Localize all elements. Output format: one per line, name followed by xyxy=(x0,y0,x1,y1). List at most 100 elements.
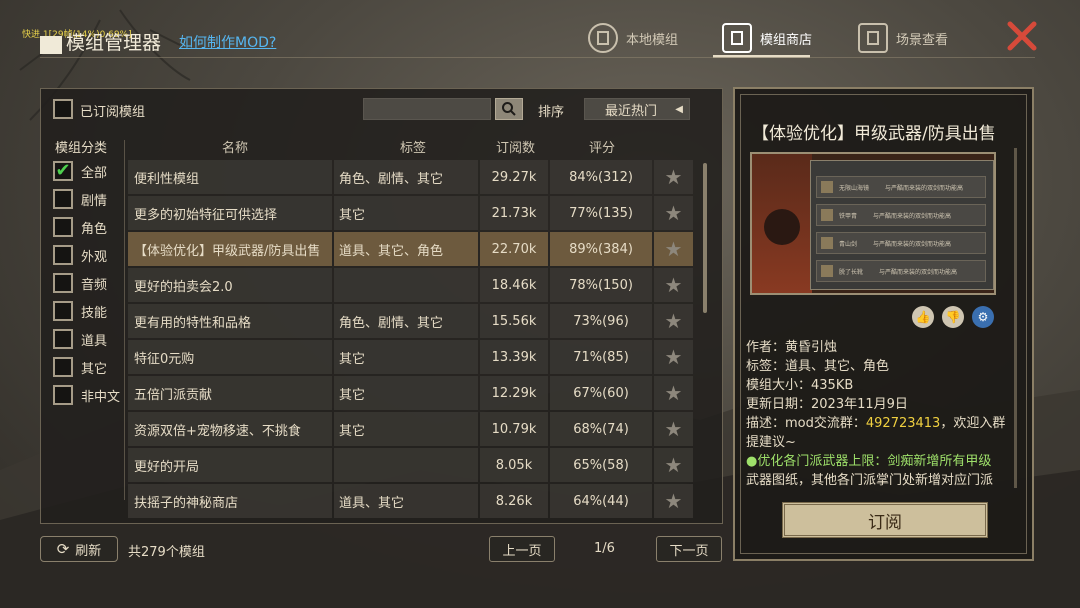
col-header-subscriptions[interactable]: 订阅数 xyxy=(496,137,535,156)
subscribed-filter-checkbox[interactable] xyxy=(53,99,73,119)
tab-label: 模组商店 xyxy=(760,32,813,48)
category-1[interactable]: 剧情 xyxy=(53,188,107,210)
favorite-star-icon[interactable]: ★ xyxy=(654,340,693,374)
page-indicator: 1/6 xyxy=(594,541,615,556)
favorite-star-icon[interactable]: ★ xyxy=(654,412,693,446)
tab-mod-store[interactable]: 模组商店 xyxy=(722,18,812,58)
category-0[interactable]: ✔ 全部 xyxy=(53,160,107,182)
mod-tags: 其它 xyxy=(334,376,478,410)
check-icon: ✔ xyxy=(55,160,71,181)
preview-item-desc: 与严酷而来装的双剑而功能高 xyxy=(879,268,958,276)
mod-tags: 角色、剧情、其它 xyxy=(334,304,478,338)
prev-page-button[interactable]: 上一页 xyxy=(489,536,555,562)
mod-tags: 其它 xyxy=(334,340,478,374)
preview-item-desc: 与严酷而来装的双剑而功能高 xyxy=(885,184,964,192)
refresh-label: 刷新 xyxy=(75,543,102,559)
favorite-star-icon[interactable]: ★ xyxy=(654,448,693,482)
category-checkbox[interactable]: ✔ xyxy=(53,161,73,181)
detail-date: 更新日期：2023年11月9日 xyxy=(746,397,908,412)
mod-subscriptions: 12.29k xyxy=(480,376,548,410)
col-header-tags[interactable]: 标签 xyxy=(400,137,426,156)
table-row[interactable]: 特征0元购 其它 13.39k 71%(85) ★ xyxy=(128,340,693,374)
preview-list-item: 脱了长靴 与严酷而来装的双剑而功能高 xyxy=(816,260,986,282)
item-icon xyxy=(821,265,833,277)
col-header-rating[interactable]: 评分 xyxy=(589,137,615,156)
tab-label: 场景查看 xyxy=(896,32,949,48)
favorite-star-icon[interactable]: ★ xyxy=(654,196,693,230)
search-input[interactable] xyxy=(363,98,491,120)
favorite-star-icon[interactable]: ★ xyxy=(654,160,693,194)
steam-icon[interactable]: ⚙ xyxy=(972,306,994,328)
total-count: 共279个模组 xyxy=(128,545,205,560)
category-checkbox[interactable] xyxy=(53,301,73,321)
preview-item-desc: 与严酷而来装的双剑而功能高 xyxy=(873,212,952,220)
preview-item-name: 铁甲胄 xyxy=(839,212,858,220)
refresh-button[interactable]: ⟳ 刷新 xyxy=(40,536,118,562)
table-row[interactable]: 资源双倍+宠物移速、不挑食 其它 10.79k 68%(74) ★ xyxy=(128,412,693,446)
category-8[interactable]: 非中文 xyxy=(53,384,120,406)
category-2[interactable]: 角色 xyxy=(53,216,107,238)
caret-left-icon: ◀ xyxy=(675,103,683,115)
category-6[interactable]: 道具 xyxy=(53,328,107,350)
category-4[interactable]: 音频 xyxy=(53,272,107,294)
category-label: 道具 xyxy=(81,333,108,349)
list-scrollbar[interactable] xyxy=(703,163,707,313)
desc-prefix: 描述：mod交流群： xyxy=(746,416,866,431)
mod-name: 扶摇子的神秘商店 xyxy=(128,484,332,518)
category-checkbox[interactable] xyxy=(53,245,73,265)
mod-rating: 73%(96) xyxy=(550,304,652,338)
subscribe-button[interactable]: 订阅 xyxy=(782,502,988,538)
mod-tags xyxy=(334,268,478,302)
mod-subscriptions: 21.73k xyxy=(480,196,548,230)
col-header-name[interactable]: 名称 xyxy=(222,137,248,156)
table-row[interactable]: 便利性模组 角色、剧情、其它 29.27k 84%(312) ★ xyxy=(128,160,693,194)
category-checkbox[interactable] xyxy=(53,329,73,349)
tab-local-mods[interactable]: 本地模组 xyxy=(588,18,678,58)
category-checkbox[interactable] xyxy=(53,273,73,293)
mod-subscriptions: 10.79k xyxy=(480,412,548,446)
mod-rating: 67%(60) xyxy=(550,376,652,410)
next-page-button[interactable]: 下一页 xyxy=(656,536,722,562)
close-x-icon[interactable] xyxy=(1004,18,1040,54)
table-row[interactable]: 扶摇子的神秘商店 道具、其它 8.26k 64%(44) ★ xyxy=(128,484,693,518)
category-checkbox[interactable] xyxy=(53,385,73,405)
search-button[interactable] xyxy=(495,98,523,120)
category-label: 音频 xyxy=(81,277,108,293)
mod-name: 便利性模组 xyxy=(128,160,332,194)
mod-name: 更多的初始特征可供选择 xyxy=(128,196,332,230)
category-checkbox[interactable] xyxy=(53,357,73,377)
category-7[interactable]: 其它 xyxy=(53,356,107,378)
category-5[interactable]: 技能 xyxy=(53,300,107,322)
favorite-star-icon[interactable]: ★ xyxy=(654,376,693,410)
category-checkbox[interactable] xyxy=(53,217,73,237)
how-to-make-mod-link[interactable]: 如何制作MOD? xyxy=(179,32,276,52)
table-row[interactable]: 更有用的特性和品格 角色、剧情、其它 15.56k 73%(96) ★ xyxy=(128,304,693,338)
mod-rating: 64%(44) xyxy=(550,484,652,518)
tab-scene-view[interactable]: 场景查看 xyxy=(858,18,948,58)
detail-description: 描述：mod交流群：492723413，欢迎入群 xyxy=(746,414,1005,433)
mod-tags xyxy=(334,448,478,482)
table-row[interactable]: 更多的初始特征可供选择 其它 21.73k 77%(135) ★ xyxy=(128,196,693,230)
favorite-star-icon[interactable]: ★ xyxy=(654,232,693,266)
category-label: 角色 xyxy=(81,221,108,237)
sort-dropdown[interactable]: 最近热门 ◀ xyxy=(584,98,690,120)
header-divider xyxy=(40,57,1035,58)
detail-scrollbar[interactable] xyxy=(1014,148,1017,488)
category-checkbox[interactable] xyxy=(53,189,73,209)
desc-suffix: ，欢迎入群 xyxy=(940,416,1006,431)
mod-name: 更好的开局 xyxy=(128,448,332,482)
desc-line: ●优化各门派武器上限：剑痴新增所有甲级 xyxy=(746,454,992,469)
favorite-star-icon[interactable]: ★ xyxy=(654,268,693,302)
table-row[interactable]: 更好的开局 8.05k 65%(58) ★ xyxy=(128,448,693,482)
table-row[interactable]: 更好的拍卖会2.0 18.46k 78%(150) ★ xyxy=(128,268,693,302)
mod-name: 特征0元购 xyxy=(128,340,332,374)
thumbs-up-icon[interactable]: 👍 xyxy=(912,306,934,328)
thumbs-down-icon[interactable]: 👎 xyxy=(942,306,964,328)
subscribed-filter-label: 已订阅模组 xyxy=(80,105,146,120)
favorite-star-icon[interactable]: ★ xyxy=(654,484,693,518)
category-title: 模组分类 xyxy=(55,141,108,156)
favorite-star-icon[interactable]: ★ xyxy=(654,304,693,338)
table-row[interactable]: 五倍门派贡献 其它 12.29k 67%(60) ★ xyxy=(128,376,693,410)
table-row[interactable]: 【体验优化】甲级武器/防具出售 道具、其它、角色 22.70k 89%(384) ★ xyxy=(128,232,693,266)
category-3[interactable]: 外观 xyxy=(53,244,107,266)
